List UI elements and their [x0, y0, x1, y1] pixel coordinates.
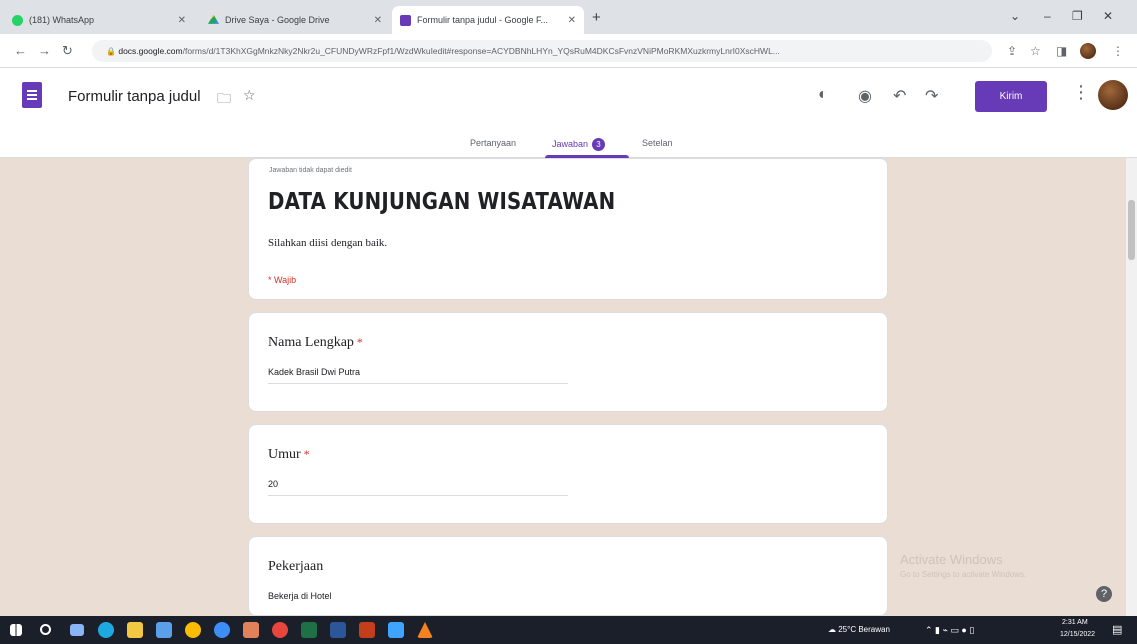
windows-taskbar: ☁ 25°C Berawan ⌃ ▮ ⌁ ▭ ● ▯ 2:31 AM 12/15… — [0, 616, 1137, 644]
minimize-button[interactable]: – — [1044, 9, 1051, 23]
question-label: Nama Lengkap * — [268, 335, 363, 350]
browser-menu-icon[interactable]: ⋮ — [1112, 44, 1124, 58]
account-avatar[interactable] — [1098, 80, 1128, 110]
close-tab-icon[interactable]: ✕ — [374, 15, 382, 26]
question-card: Umur * 20 — [248, 424, 888, 524]
question-label: Umur * — [268, 447, 310, 462]
question-card: Nama Lengkap * Kadek Brasil Dwi Putra — [248, 312, 888, 412]
send-button[interactable]: Kirim — [975, 81, 1047, 112]
bookmark-star-icon[interactable]: ☆ — [1030, 44, 1041, 58]
whatsapp-icon — [12, 14, 23, 26]
page-scrollbar[interactable] — [1126, 158, 1137, 616]
more-options-icon[interactable]: ⋮ — [1072, 82, 1090, 103]
answer-field[interactable]: Bekerja di Hotel — [268, 591, 568, 608]
star-icon[interactable]: ☆ — [243, 87, 256, 104]
form-title[interactable]: Formulir tanpa judul — [68, 88, 201, 105]
help-icon[interactable]: ? — [1096, 586, 1112, 602]
activation-watermark-sub: Go to Settings to activate Windows. — [900, 570, 1027, 579]
photos-icon[interactable] — [243, 622, 259, 638]
powerpoint-icon[interactable] — [359, 622, 375, 638]
reload-icon[interactable]: ↻ — [62, 43, 73, 59]
store-icon[interactable] — [156, 622, 172, 638]
required-note: * Wajib — [268, 275, 297, 285]
close-tab-icon[interactable]: ✕ — [178, 15, 186, 26]
new-tab-button[interactable]: + — [592, 10, 601, 25]
maximize-button[interactable]: ❐ — [1072, 9, 1083, 23]
tab-questions[interactable]: Pertanyaan — [470, 138, 516, 148]
tab-whatsapp[interactable]: (181) WhatsApp ✕ — [4, 6, 194, 34]
folder-icon[interactable]: 🗀 — [217, 88, 231, 112]
form-heading: DATA KUNJUNGAN WISATAWAN — [268, 189, 616, 215]
profile-avatar[interactable] — [1080, 43, 1096, 59]
side-panel-icon[interactable]: ◨ — [1056, 44, 1067, 58]
address-bar-row: ← → ↻ 🔒 docs.google.com/forms/d/1T3KhXGg… — [0, 34, 1137, 68]
forms-icon — [400, 14, 411, 26]
forms-header: Formulir tanpa judul 🗀 ☆ ◐ ◉ ↶ ↷ Kirim ⋮… — [0, 68, 1137, 158]
google-forms-logo-icon[interactable] — [22, 82, 42, 108]
tray-icons[interactable]: ⌃ ▮ ⌁ ▭ ● ▯ — [925, 625, 974, 636]
question-label: Pekerjaan — [268, 559, 324, 574]
redo-icon[interactable]: ↷ — [925, 86, 938, 106]
form-description: Silahkan diisi dengan baik. — [268, 237, 388, 249]
edit-note: Jawaban tidak dapat diedit — [269, 167, 352, 174]
tab-search-icon[interactable]: ⌄ — [1010, 9, 1020, 23]
weather-status: ☁ 25°C Berawan — [828, 625, 890, 634]
notification-icon[interactable]: ▤ — [1112, 623, 1122, 636]
mail-icon[interactable] — [388, 622, 404, 638]
windows-start-icon[interactable] — [10, 624, 22, 636]
responses-count-badge: 3 — [592, 138, 606, 151]
lock-icon: 🔒 — [106, 47, 116, 56]
preview-eye-icon[interactable]: ◉ — [858, 86, 872, 106]
clock-date[interactable]: 12/15/2022 — [1060, 631, 1095, 638]
task-view-icon[interactable] — [70, 624, 84, 636]
browser-tab-strip: (181) WhatsApp ✕ Drive Saya - Google Dri… — [0, 0, 1137, 34]
answer-field[interactable]: Kadek Brasil Dwi Putra — [268, 367, 568, 384]
search-icon[interactable] — [40, 624, 51, 635]
form-tabs: Pertanyaan Jawaban 3 Setelan — [0, 138, 1137, 158]
vlc-icon[interactable] — [417, 622, 433, 638]
chrome-icon[interactable] — [185, 622, 201, 638]
form-header-card: Jawaban tidak dapat diedit DATA KUNJUNGA… — [248, 158, 888, 300]
activation-watermark: Activate Windows — [900, 552, 1003, 567]
edge-icon[interactable] — [98, 622, 114, 638]
drive-icon — [208, 14, 219, 24]
tab-settings[interactable]: Setelan — [642, 138, 673, 148]
share-icon[interactable]: ⇪ — [1007, 44, 1017, 58]
file-explorer-icon[interactable] — [127, 622, 143, 638]
media-icon[interactable] — [272, 622, 288, 638]
palette-icon[interactable]: ◐ — [818, 86, 828, 104]
tab-responses[interactable]: Jawaban 3 — [552, 138, 606, 151]
cloud-icon: ☁ — [828, 625, 836, 634]
answer-field[interactable]: 20 — [268, 479, 568, 496]
close-window-button[interactable]: ✕ — [1103, 9, 1113, 23]
undo-icon[interactable]: ↶ — [893, 86, 906, 106]
word-icon[interactable] — [330, 622, 346, 638]
back-arrow-icon[interactable]: ← — [14, 43, 27, 58]
clock-time[interactable]: 2:31 AM — [1062, 619, 1088, 626]
question-card: Pekerjaan Bekerja di Hotel — [248, 536, 888, 616]
url-input[interactable]: 🔒 docs.google.com/forms/d/1T3KhXGgMnkzNk… — [92, 40, 992, 62]
excel-icon[interactable] — [301, 622, 317, 638]
forward-arrow-icon[interactable]: → — [38, 43, 51, 58]
tab-drive[interactable]: Drive Saya - Google Drive ✕ — [200, 6, 390, 34]
scrollbar-thumb[interactable] — [1128, 200, 1135, 260]
close-tab-icon[interactable]: ✕ — [568, 15, 576, 26]
app-icon[interactable] — [214, 622, 230, 638]
tab-forms[interactable]: Formulir tanpa judul - Google F... ✕ — [392, 6, 584, 34]
